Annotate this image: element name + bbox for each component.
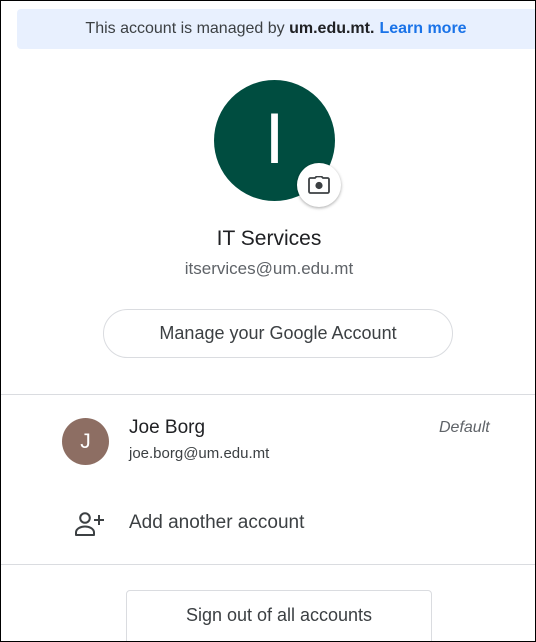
account-avatar: J: [62, 418, 109, 465]
manage-google-account-button[interactable]: Manage your Google Account: [103, 309, 453, 358]
account-avatar-initial: J: [80, 429, 91, 453]
account-menu-panel: This account is managed by um.edu.mt. Lea…: [0, 0, 536, 642]
change-photo-button[interactable]: [297, 163, 341, 207]
camera-icon: [308, 176, 330, 194]
section-divider: [1, 564, 535, 565]
section-divider: [1, 394, 535, 395]
profile-avatar-initial: I: [264, 100, 285, 180]
learn-more-link[interactable]: Learn more: [379, 20, 466, 38]
default-badge: Default: [439, 419, 490, 436]
profile-email: itservices@um.edu.mt: [184, 259, 354, 278]
account-list-item[interactable]: J Joe Borg joe.borg@um.edu.mt Default: [1, 403, 535, 479]
banner-domain-text: um.edu.mt.: [289, 20, 375, 37]
add-account-label: Add another account: [129, 512, 305, 533]
profile-name: IT Services: [216, 227, 322, 250]
person-add-icon: [75, 512, 104, 536]
banner-prefix-text: This account is managed by: [85, 20, 285, 37]
account-email: joe.borg@um.edu.mt: [129, 445, 270, 462]
managed-account-banner: This account is managed by um.edu.mt. Lea…: [17, 9, 535, 49]
sign-out-all-button[interactable]: Sign out of all accounts: [126, 590, 432, 641]
account-name: Joe Borg: [129, 417, 206, 438]
add-another-account-button[interactable]: Add another account: [1, 501, 535, 547]
